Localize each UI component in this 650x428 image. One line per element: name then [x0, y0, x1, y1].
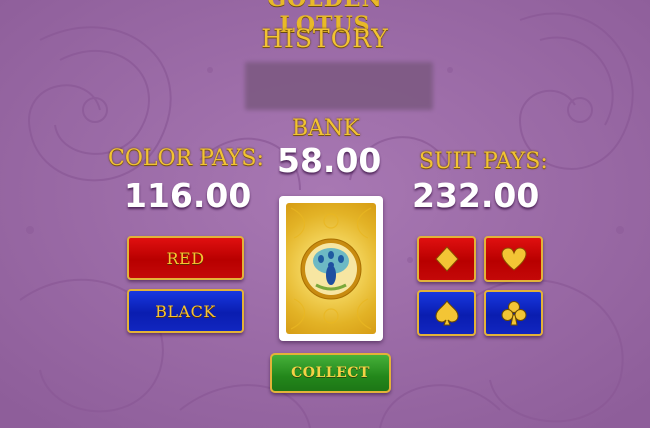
spade-icon: [434, 300, 459, 326]
club-icon: [501, 301, 526, 326]
red-button[interactable]: RED: [127, 236, 244, 280]
bank-value: 58.00: [277, 141, 382, 180]
suit-pays-value: 232.00: [412, 176, 540, 215]
suit-pays-label: SUIT PAYS:: [419, 149, 548, 174]
history-title: HISTORY: [261, 24, 389, 53]
diamond-icon: [434, 246, 459, 272]
clubs-button[interactable]: [484, 290, 543, 336]
collect-button[interactable]: COLLECT: [270, 353, 391, 393]
collect-button-label: COLLECT: [291, 365, 370, 381]
card-back-pattern: [286, 203, 376, 334]
history-cards-strip: [245, 62, 433, 110]
color-pays-label: COLOR PAYS:: [108, 146, 264, 171]
hearts-button[interactable]: [484, 236, 543, 282]
black-button-label: BLACK: [155, 301, 216, 321]
heart-icon: [500, 247, 527, 271]
spades-button[interactable]: [417, 290, 476, 336]
bank-label: BANK: [292, 116, 360, 141]
game-logo: GOLDEN LOTUS: [267, 0, 381, 38]
red-button-label: RED: [166, 248, 205, 268]
peacock-emblem: [290, 207, 372, 330]
color-pays-value: 116.00: [124, 176, 252, 215]
black-button[interactable]: BLACK: [127, 289, 244, 333]
playing-card-back: [279, 196, 383, 341]
diamonds-button[interactable]: [417, 236, 476, 282]
